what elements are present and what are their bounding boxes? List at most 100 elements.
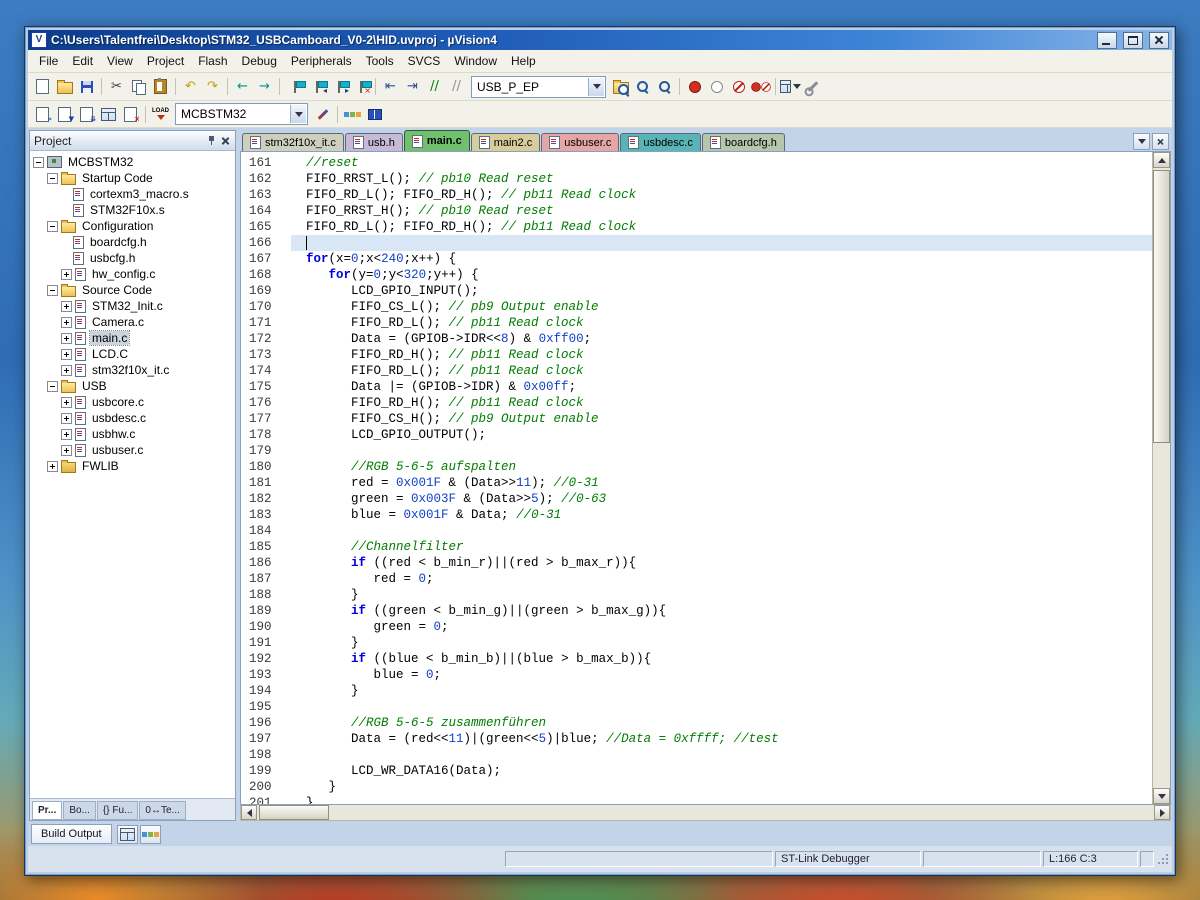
undo-icon[interactable]: ↶ xyxy=(180,77,201,97)
editor-tab-stm32f10x_it.c[interactable]: stm32f10x_it.c xyxy=(242,133,344,151)
code-line-172[interactable]: 172 Data = (GPIOB->IDR<<8) & 0xff00; xyxy=(241,331,1152,347)
tree-item-usbdesc.c[interactable]: usbdesc.c xyxy=(33,410,235,426)
code-text[interactable]: LCD_WR_DATA16(Data); xyxy=(291,763,1152,779)
code-text[interactable]: LCD_GPIO_OUTPUT(); xyxy=(291,427,1152,443)
kill-breakpoint-icon[interactable] xyxy=(728,77,749,97)
stop-build-icon[interactable]: × xyxy=(120,104,141,124)
new-file-icon[interactable] xyxy=(32,77,53,97)
code-line-178[interactable]: 178 LCD_GPIO_OUTPUT(); xyxy=(241,427,1152,443)
code-line-192[interactable]: 192 if ((blue < b_min_b)||(blue > b_max_… xyxy=(241,651,1152,667)
combo-dropdown-icon[interactable] xyxy=(588,78,604,96)
batch-build-icon[interactable] xyxy=(98,104,119,124)
code-line-165[interactable]: 165 FIFO_RD_L(); FIFO_RD_H(); // pb11 Re… xyxy=(241,219,1152,235)
code-text[interactable]: green = 0; xyxy=(291,619,1152,635)
scroll-up-icon[interactable] xyxy=(1153,152,1170,168)
code-line-185[interactable]: 185 //Channelfilter xyxy=(241,539,1152,555)
panel-tab-pr[interactable]: Pr... xyxy=(32,801,62,820)
code-line-183[interactable]: 183 blue = 0x001F & Data; //0-31 xyxy=(241,507,1152,523)
scroll-down-icon[interactable] xyxy=(1153,788,1170,804)
tree-item-Source Code[interactable]: Source Code xyxy=(33,282,235,298)
tree-item-usbhw.c[interactable]: usbhw.c xyxy=(33,426,235,442)
code-line-170[interactable]: 170 FIFO_CS_L(); // pb9 Output enable xyxy=(241,299,1152,315)
menu-item-edit[interactable]: Edit xyxy=(65,51,100,71)
expand-icon[interactable] xyxy=(61,413,72,424)
code-line-167[interactable]: 167 for(x=0;x<240;x++) { xyxy=(241,251,1152,267)
menu-item-peripherals[interactable]: Peripherals xyxy=(284,51,359,71)
panel-tab-bo[interactable]: Bo... xyxy=(63,801,96,820)
code-line-199[interactable]: 199 LCD_WR_DATA16(Data); xyxy=(241,763,1152,779)
code-line-200[interactable]: 200 } xyxy=(241,779,1152,795)
code-line-191[interactable]: 191 } xyxy=(241,635,1152,651)
code-line-180[interactable]: 180 //RGB 5-6-5 aufspalten xyxy=(241,459,1152,475)
code-line-189[interactable]: 189 if ((green < b_min_g)||(green > b_ma… xyxy=(241,603,1152,619)
code-line-169[interactable]: 169 LCD_GPIO_INPUT(); xyxy=(241,283,1152,299)
vertical-scrollbar[interactable] xyxy=(1152,152,1170,804)
window-layout-icon[interactable] xyxy=(780,77,801,97)
previous-bookmark-icon[interactable]: ◂ xyxy=(306,77,327,97)
code-line-194[interactable]: 194 } xyxy=(241,683,1152,699)
tree-item-cortexm3_macro.s[interactable]: cortexm3_macro.s xyxy=(33,186,235,202)
code-line-198[interactable]: 198 xyxy=(241,747,1152,763)
kill-all-breakpoints-icon[interactable] xyxy=(750,77,771,97)
toggle-bookmark-icon[interactable] xyxy=(284,77,305,97)
navigate-back-icon[interactable]: ← xyxy=(232,77,253,97)
incremental-find-icon[interactable] xyxy=(654,77,675,97)
target-options-icon[interactable] xyxy=(312,104,333,124)
tree-item-usbuser.c[interactable]: usbuser.c xyxy=(33,442,235,458)
tree-item-hw_config.c[interactable]: hw_config.c xyxy=(33,266,235,282)
code-line-201[interactable]: 201 } xyxy=(241,795,1152,804)
save-icon[interactable] xyxy=(76,77,97,97)
tree-item-usbcfg.h[interactable]: usbcfg.h xyxy=(33,250,235,266)
pin-icon[interactable] xyxy=(206,134,217,147)
select-target-combo[interactable]: MCBSTM32 xyxy=(175,103,308,125)
paste-icon[interactable] xyxy=(150,77,171,97)
redo-icon[interactable]: ↷ xyxy=(202,77,223,97)
code-text[interactable]: red = 0x001F & (Data>>11); //0-31 xyxy=(291,475,1152,491)
code-text[interactable]: } xyxy=(291,779,1152,795)
code-text[interactable]: red = 0; xyxy=(291,571,1152,587)
code-line-186[interactable]: 186 if ((red < b_min_r)||(red > b_max_r)… xyxy=(241,555,1152,571)
code-text[interactable]: FIFO_RD_L(); FIFO_RD_H(); // pb11 Read c… xyxy=(291,219,1152,235)
output-windows-icon[interactable] xyxy=(117,825,138,844)
indent-icon[interactable]: ⇥ xyxy=(402,77,423,97)
editor-tab-usbdesc.c[interactable]: usbdesc.c xyxy=(620,133,701,151)
find-text-combo[interactable]: USB_P_EP xyxy=(471,76,606,98)
expand-icon[interactable] xyxy=(61,445,72,456)
code-text[interactable]: } xyxy=(291,683,1152,699)
expand-icon[interactable] xyxy=(61,349,72,360)
minimize-button[interactable] xyxy=(1097,32,1117,49)
scrollbar-thumb[interactable] xyxy=(259,805,329,820)
expand-icon[interactable] xyxy=(61,397,72,408)
code-text[interactable] xyxy=(291,443,1152,459)
code-text[interactable]: FIFO_RRST_L(); // pb10 Read reset xyxy=(291,171,1152,187)
collapse-icon[interactable] xyxy=(47,381,58,392)
expand-icon[interactable] xyxy=(61,269,72,280)
code-text[interactable]: } xyxy=(291,587,1152,603)
open-file-icon[interactable] xyxy=(54,77,75,97)
code-text[interactable]: LCD_GPIO_INPUT(); xyxy=(291,283,1152,299)
tree-item-boardcfg.h[interactable]: boardcfg.h xyxy=(33,234,235,250)
expand-icon[interactable] xyxy=(61,365,72,376)
code-line-176[interactable]: 176 FIFO_RD_H(); // pb11 Read clock xyxy=(241,395,1152,411)
menu-item-view[interactable]: View xyxy=(100,51,140,71)
tree-item-LCD.C[interactable]: LCD.C xyxy=(33,346,235,362)
clear-bookmarks-icon[interactable]: × xyxy=(350,77,371,97)
books-icon[interactable] xyxy=(364,104,385,124)
output-components-icon[interactable] xyxy=(140,825,161,844)
close-document-icon[interactable] xyxy=(1152,133,1169,150)
disable-breakpoint-icon[interactable] xyxy=(706,77,727,97)
code-text[interactable]: } xyxy=(291,795,1152,804)
code-text[interactable]: FIFO_RRST_H(); // pb10 Read reset xyxy=(291,203,1152,219)
document-list-dropdown-icon[interactable] xyxy=(1133,133,1150,150)
code-text[interactable]: //Channelfilter xyxy=(291,539,1152,555)
configure-icon[interactable] xyxy=(802,77,823,97)
menu-item-svcs[interactable]: SVCS xyxy=(401,51,448,71)
code-line-177[interactable]: 177 FIFO_CS_H(); // pb9 Output enable xyxy=(241,411,1152,427)
build-target-icon[interactable]: ▼ xyxy=(54,104,75,124)
code-text[interactable] xyxy=(291,699,1152,715)
expand-icon[interactable] xyxy=(61,429,72,440)
code-text[interactable] xyxy=(291,747,1152,763)
code-text[interactable]: Data = (red<<11)|(green<<5)|blue; //Data… xyxy=(291,731,1152,747)
tree-item-main.c[interactable]: main.c xyxy=(33,330,235,346)
code-text[interactable]: FIFO_CS_L(); // pb9 Output enable xyxy=(291,299,1152,315)
